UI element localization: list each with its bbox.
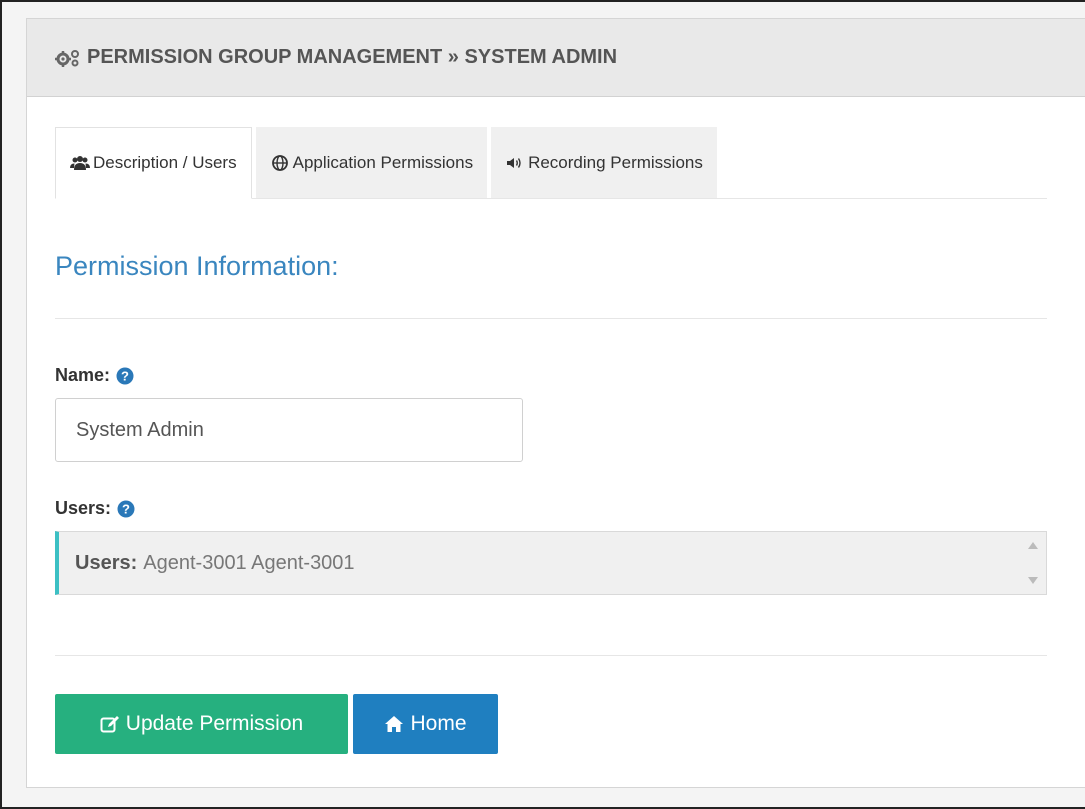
panel-header: PERMISSION GROUP MANAGEMENT » SYSTEM ADM… (27, 19, 1085, 97)
globe-icon (271, 154, 288, 171)
question-circle-icon[interactable]: ? (117, 500, 135, 518)
name-label-text: Name: (55, 365, 111, 385)
tab-application-permissions[interactable]: Application Permissions (255, 127, 488, 198)
volume-icon (507, 157, 521, 168)
tab-description-users[interactable]: Description / Users (55, 127, 252, 199)
edit-icon (100, 716, 119, 733)
tab-label: Application Permissions (292, 152, 474, 172)
tab-label: Description / Users (93, 153, 237, 172)
section-title: Permission Information: (55, 251, 339, 281)
question-circle-icon[interactable]: ? (116, 367, 134, 385)
caret-down-icon[interactable] (1027, 576, 1039, 586)
caret-up-icon[interactable] (1027, 540, 1039, 550)
users-label-text: Users: (55, 498, 112, 518)
page-title: PERMISSION GROUP MANAGEMENT » SYSTEM ADM… (55, 46, 617, 69)
cogs-icon (55, 49, 79, 67)
users-select-prefix: Users: (75, 551, 138, 574)
page-title-text: PERMISSION GROUP MANAGEMENT » SYSTEM ADM… (87, 46, 618, 68)
tab-recording-permissions[interactable]: Recording Permissions (491, 127, 717, 198)
home-button[interactable]: Home (353, 694, 498, 754)
svg-text:?: ? (121, 368, 129, 383)
tab-bar: Description / Users Application Permissi… (55, 127, 1047, 199)
svg-text:?: ? (122, 501, 130, 516)
permission-panel: PERMISSION GROUP MANAGEMENT » SYSTEM ADM… (26, 18, 1085, 788)
users-select[interactable]: Users: Agent-3001 Agent-3001 (55, 531, 1047, 595)
home-label: Home (410, 712, 467, 735)
panel-body: Description / Users Application Permissi… (27, 97, 1085, 754)
tab-label: Recording Permissions (528, 152, 703, 172)
name-label: Name: ? (55, 365, 1070, 386)
action-bar: Update Permission Home (55, 694, 1070, 754)
users-icon (70, 156, 90, 170)
divider (55, 655, 1047, 656)
home-icon (385, 716, 404, 732)
name-input[interactable] (55, 398, 523, 462)
users-label: Users: ? (55, 498, 1070, 519)
select-spinner[interactable] (1026, 540, 1040, 586)
page-frame: PERMISSION GROUP MANAGEMENT » SYSTEM ADM… (0, 0, 1085, 809)
users-select-value: Agent-3001 Agent-3001 (143, 551, 355, 574)
divider (55, 318, 1047, 319)
update-permission-button[interactable]: Update Permission (55, 694, 348, 754)
update-permission-label: Update Permission (125, 712, 304, 735)
